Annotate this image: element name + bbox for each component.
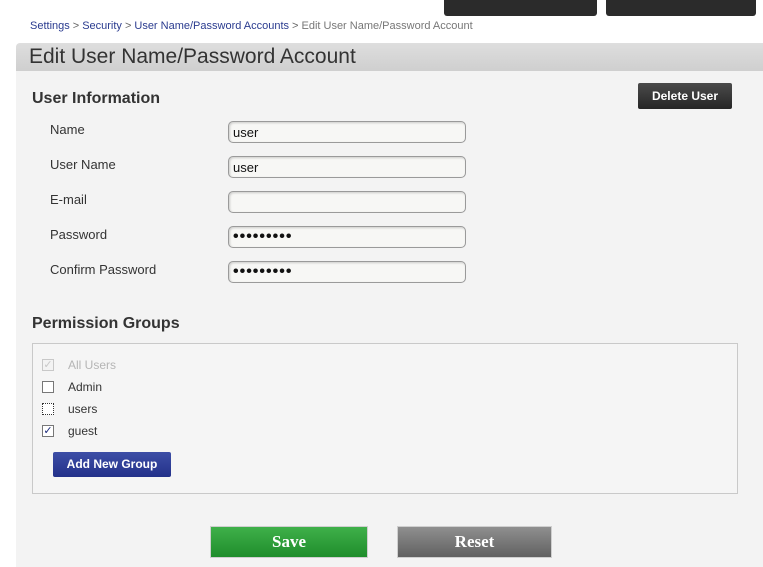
username-label: User Name: [50, 157, 116, 172]
group-label-users: users: [68, 402, 98, 416]
page-title: Edit User Name/Password Account: [29, 45, 356, 68]
confirm-password-field[interactable]: [228, 261, 466, 283]
delete-user-button[interactable]: Delete User: [638, 83, 732, 109]
all-users-checkbox: ✓: [42, 358, 54, 371]
group-row-all-users: ✓ All Users: [42, 357, 116, 373]
title-bar: Edit User Name/Password Account: [16, 43, 763, 71]
breadcrumb-current: Edit User Name/Password Account: [301, 20, 473, 32]
add-new-group-button[interactable]: Add New Group: [53, 452, 171, 477]
top-action-button-2[interactable]: [606, 0, 756, 16]
name-label: Name: [50, 122, 85, 137]
breadcrumb-settings[interactable]: Settings: [30, 20, 70, 32]
email-field[interactable]: [228, 191, 466, 213]
confirm-password-label: Confirm Password: [50, 262, 157, 277]
breadcrumb-separator: >: [72, 20, 80, 32]
group-row-users[interactable]: users: [42, 401, 97, 417]
breadcrumb-accounts[interactable]: User Name/Password Accounts: [134, 20, 289, 32]
password-label: Password: [50, 227, 108, 242]
top-action-button-1[interactable]: [444, 0, 597, 16]
email-label: E-mail: [50, 192, 87, 207]
group-row-guest[interactable]: ✓ guest: [42, 423, 97, 439]
guest-checkbox[interactable]: ✓: [42, 425, 54, 437]
users-checkbox[interactable]: [42, 403, 54, 415]
group-label-guest: guest: [68, 424, 98, 438]
permission-groups-heading: Permission Groups: [32, 315, 180, 332]
password-field[interactable]: [228, 226, 466, 248]
breadcrumb-separator: >: [124, 20, 132, 32]
username-field[interactable]: [228, 156, 466, 178]
group-label-all-users: All Users: [68, 358, 117, 372]
group-label-admin: Admin: [68, 380, 103, 394]
breadcrumb-security[interactable]: Security: [82, 20, 122, 32]
breadcrumb: Settings > Security > User Name/Password Acc…: [30, 20, 473, 32]
admin-checkbox[interactable]: [42, 381, 54, 393]
group-row-admin[interactable]: Admin: [42, 379, 102, 395]
reset-button[interactable]: Reset: [397, 526, 552, 558]
user-information-heading: User Information: [32, 90, 161, 107]
name-field[interactable]: [228, 121, 466, 143]
save-button[interactable]: Save: [210, 526, 368, 558]
breadcrumb-separator: >: [292, 20, 299, 32]
